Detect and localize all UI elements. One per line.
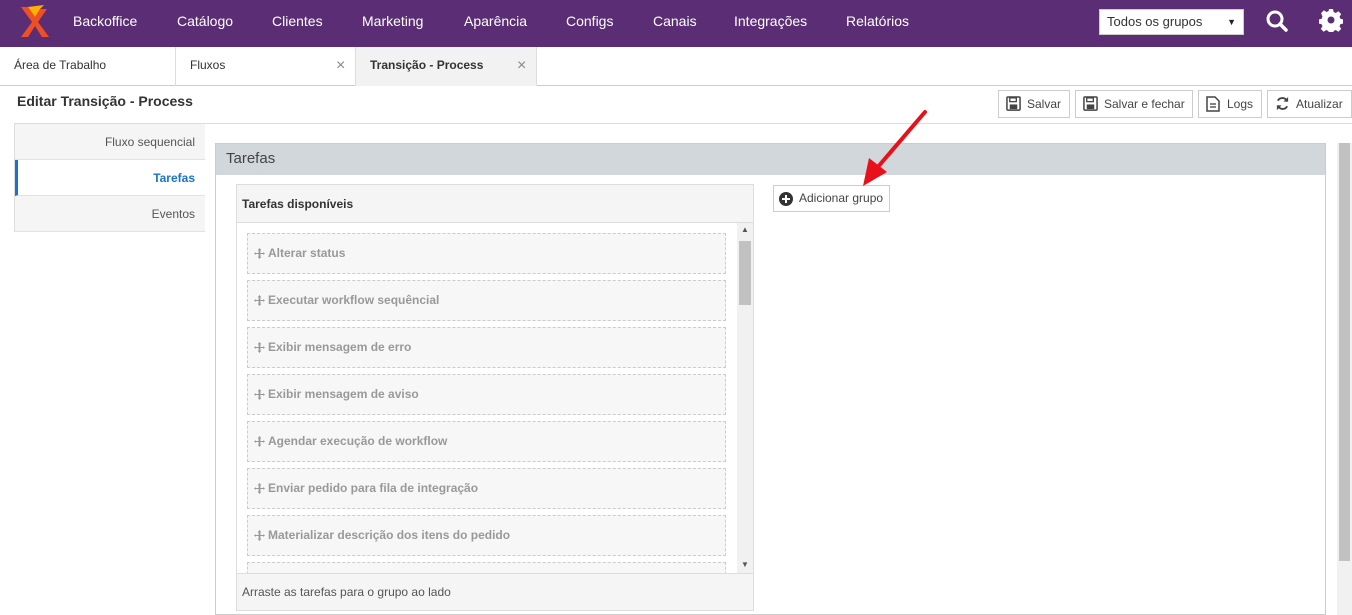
task-item[interactable]: Exibir mensagem de aviso — [247, 374, 726, 415]
side-menu: Fluxo sequencial Tarefas Eventos — [14, 124, 205, 232]
task-label: Alterar status — [268, 246, 346, 260]
page-scrollbar-thumb[interactable] — [1339, 143, 1350, 561]
task-item[interactable]: Enviar pedido para fila de integração — [247, 468, 726, 509]
search-icon[interactable] — [1265, 9, 1289, 33]
save-label: Salvar — [1027, 97, 1062, 111]
refresh-button[interactable]: Atualizar — [1267, 90, 1352, 118]
save-close-button[interactable]: Salvar e fechar — [1075, 90, 1193, 118]
nav-configs[interactable]: Configs — [566, 0, 613, 47]
scroll-up-icon[interactable]: ▲ — [741, 225, 749, 234]
nav-marketing[interactable]: Marketing — [362, 0, 423, 47]
tab-transicao-process[interactable]: Transição - Process × — [356, 47, 537, 86]
task-label: Exibir mensagem de aviso — [268, 387, 419, 401]
panel-title: Tarefas — [216, 144, 1325, 175]
add-group-button[interactable]: Adicionar grupo — [773, 185, 890, 212]
sidemenu-item-tarefas[interactable]: Tarefas — [15, 160, 205, 196]
divider — [14, 123, 1352, 124]
save-button[interactable]: Salvar — [998, 90, 1070, 118]
task-label: Enviar pedido para fila de integração — [268, 481, 479, 495]
task-label: Executar workflow sequêncial — [268, 293, 440, 307]
add-group-label: Adicionar grupo — [799, 191, 884, 205]
floppy-icon — [1083, 96, 1098, 111]
move-icon — [254, 389, 265, 400]
move-icon — [254, 483, 265, 494]
scrollbar[interactable]: ▲ ▼ — [737, 223, 753, 573]
logs-button[interactable]: Logs — [1198, 90, 1262, 118]
group-select-value: Todos os grupos — [1107, 14, 1203, 29]
logs-label: Logs — [1227, 97, 1254, 111]
nav-relatorios[interactable]: Relatórios — [846, 0, 909, 47]
sidemenu-item-fluxo-sequencial[interactable]: Fluxo sequencial — [15, 124, 205, 160]
plus-circle-icon — [779, 192, 793, 206]
annotation-arrow-icon — [863, 110, 927, 186]
tab-label: Transição - Process — [370, 58, 484, 72]
available-tasks-list[interactable]: Alterar status Executar workflow sequênc… — [237, 223, 753, 573]
save-close-label: Salvar e fechar — [1104, 97, 1185, 111]
available-tasks-box: Tarefas disponíveis Alterar status Execu… — [236, 184, 754, 611]
task-label: Materializar descrição dos itens do pedi… — [268, 528, 511, 542]
refresh-label: Atualizar — [1296, 97, 1343, 111]
caret-down-icon: ▼ — [1227, 17, 1236, 27]
gear-icon[interactable] — [1319, 8, 1343, 32]
logo-icon[interactable] — [18, 5, 50, 39]
tab-label: Área de Trabalho — [14, 58, 107, 72]
nav-clientes[interactable]: Clientes — [272, 0, 323, 47]
top-nav: Backoffice Catálogo Clientes Marketing A… — [0, 0, 1352, 47]
available-tasks-title: Tarefas disponíveis — [237, 185, 753, 223]
tab-fluxos[interactable]: Fluxos × — [176, 47, 356, 86]
nav-catalogo[interactable]: Catálogo — [177, 0, 233, 47]
close-icon[interactable]: × — [517, 47, 526, 84]
move-icon — [254, 436, 265, 447]
task-item[interactable]: Agendar execução de workflow — [247, 421, 726, 462]
scrollbar-thumb[interactable] — [739, 241, 751, 305]
task-item[interactable]: Executar workflow sequêncial — [247, 280, 726, 321]
floppy-icon — [1006, 96, 1021, 111]
nav-aparencia[interactable]: Aparência — [464, 0, 527, 47]
move-icon — [254, 295, 265, 306]
move-icon — [254, 530, 265, 541]
move-icon — [254, 248, 265, 259]
page-title: Editar Transição - Process — [17, 93, 193, 109]
tab-label: Fluxos — [190, 58, 226, 72]
page-scrollbar[interactable] — [1337, 143, 1352, 615]
nav-backoffice[interactable]: Backoffice — [73, 0, 137, 47]
move-icon — [254, 342, 265, 353]
tab-area-de-trabalho[interactable]: Área de Trabalho — [0, 47, 176, 86]
task-item[interactable]: Exibir mensagem de erro — [247, 327, 726, 368]
tab-bar: Área de Trabalho Fluxos × Transição - Pr… — [0, 47, 1352, 86]
available-tasks-hint: Arraste as tarefas para o grupo ao lado — [237, 573, 753, 610]
task-item[interactable]: Alterar status — [247, 233, 726, 274]
sidemenu-item-eventos[interactable]: Eventos — [15, 196, 205, 232]
task-item[interactable] — [247, 562, 726, 573]
task-label: Exibir mensagem de erro — [268, 340, 412, 354]
file-icon — [1206, 96, 1220, 112]
close-icon[interactable]: × — [336, 47, 345, 84]
nav-integracoes[interactable]: Integrações — [734, 0, 807, 47]
task-label: Agendar execução de workflow — [268, 434, 448, 448]
task-item[interactable]: Materializar descrição dos itens do pedi… — [247, 515, 726, 556]
refresh-icon — [1276, 96, 1289, 111]
nav-canais[interactable]: Canais — [653, 0, 697, 47]
scroll-down-icon[interactable]: ▼ — [741, 560, 749, 569]
group-select[interactable]: Todos os grupos ▼ — [1099, 9, 1244, 35]
